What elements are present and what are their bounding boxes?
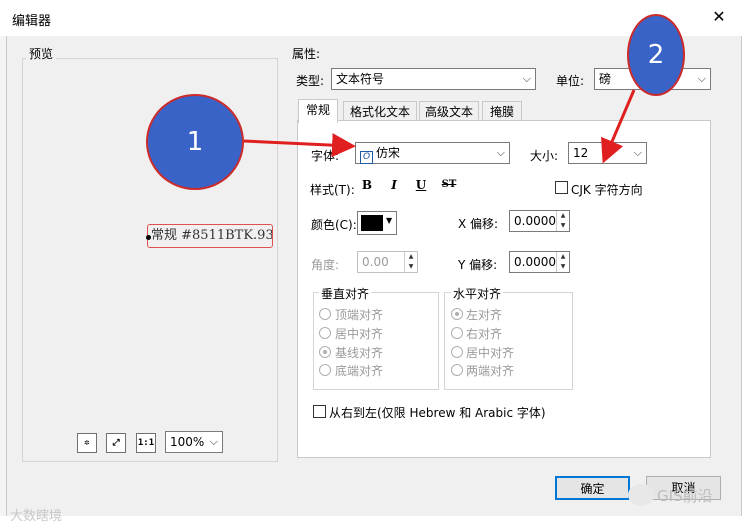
annotation-marker-1: 1 (146, 94, 244, 190)
wechat-icon (628, 484, 654, 506)
watermark-right: GIS前沿 (657, 487, 713, 505)
arrow-to-font (243, 133, 356, 158)
annotation-marker-2: 2 (627, 14, 685, 96)
arrow-to-size (601, 89, 636, 164)
tab-general[interactable]: 常规 (298, 99, 338, 123)
watermark-left: 大数瞎境 (10, 509, 63, 524)
